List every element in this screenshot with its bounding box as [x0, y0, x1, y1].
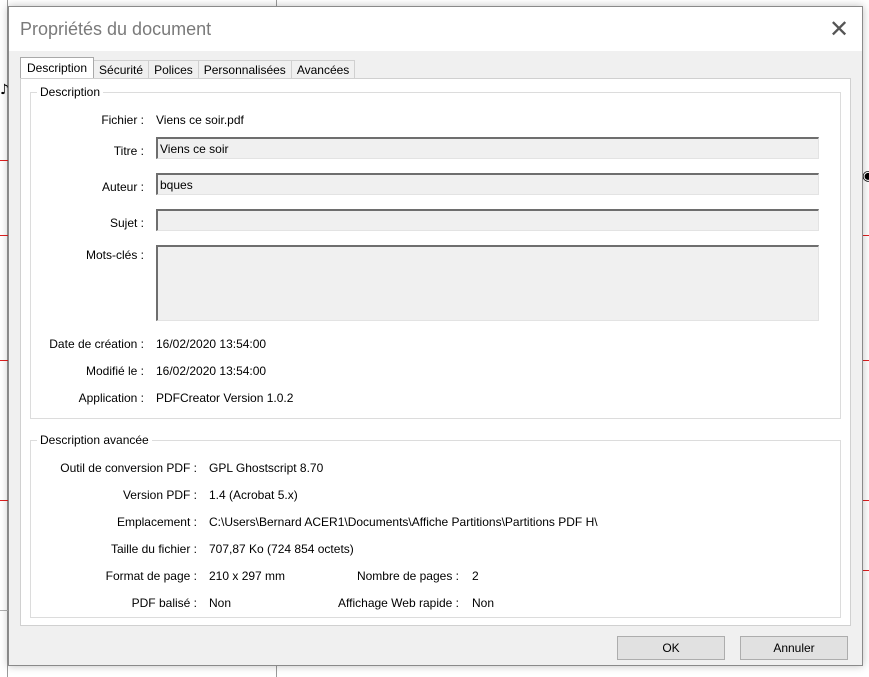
dialog-title: Propriétés du document — [20, 19, 212, 39]
emplacement-label: Emplacement : — [116, 515, 197, 529]
application-value: PDFCreator Version 1.0.2 — [156, 391, 294, 405]
outil-value: GPL Ghostscript 8.70 — [209, 461, 324, 475]
web-value: Non — [472, 596, 495, 610]
staff-marker — [0, 160, 8, 161]
pages-label: Nombre de pages : — [356, 569, 459, 583]
fichier-label: Fichier : — [101, 113, 144, 127]
balise-label: PDF balisé : — [131, 596, 197, 610]
outil-label: Outil de conversion PDF : — [60, 461, 197, 475]
application-label: Application : — [78, 391, 144, 405]
advanced-description-group: Description avancée Outil de conversion … — [30, 433, 841, 618]
cancel-button[interactable]: Annuler — [740, 636, 848, 660]
version-value: 1.4 (Acrobat 5.x) — [209, 488, 298, 502]
note-glyph: ◉ — [862, 168, 869, 184]
titre-label: Titre : — [113, 144, 144, 158]
version-label: Version PDF : — [122, 488, 197, 502]
tab-avancees[interactable]: Avancées — [290, 60, 356, 78]
tab-polices[interactable]: Polices — [148, 60, 199, 78]
staff-marker — [0, 360, 8, 361]
document-properties-dialog: Propriétés du document ✕ Description Séc… — [8, 6, 863, 666]
titre-field[interactable] — [156, 137, 819, 159]
taille-label: Taille du fichier : — [110, 542, 197, 556]
sujet-label: Sujet : — [109, 216, 144, 230]
staff-marker — [0, 235, 8, 236]
tab-description[interactable]: Description — [20, 57, 95, 78]
motscles-field[interactable] — [156, 245, 819, 321]
description-group: Description Fichier : Viens ce soir.pdf … — [30, 85, 841, 419]
staff-marker — [862, 500, 869, 501]
web-label: Affichage Web rapide : — [338, 596, 459, 610]
format-label: Format de page : — [105, 569, 197, 583]
description-group-title: Description — [37, 85, 104, 99]
ok-button[interactable]: OK — [617, 636, 725, 660]
staff-marker — [862, 570, 869, 571]
emplacement-value: C:\Users\Bernard ACER1\Documents\Affiche… — [209, 515, 598, 529]
fichier-value: Viens ce soir.pdf — [156, 113, 244, 127]
staff-line — [0, 610, 8, 611]
format-value: 210 x 297 mm — [209, 569, 286, 583]
tab-strip: Description Sécurité Polices Personnalis… — [20, 57, 356, 78]
title-bar[interactable]: Propriétés du document ✕ — [9, 7, 862, 51]
advanced-group-title: Description avancée — [37, 433, 152, 447]
creation-value: 16/02/2020 13:54:00 — [156, 337, 267, 351]
staff-marker — [0, 500, 8, 501]
tab-personnalisees[interactable]: Personnalisées — [197, 60, 292, 78]
staff-marker — [862, 360, 869, 361]
auteur-field[interactable] — [156, 173, 819, 195]
tab-securite[interactable]: Sécurité — [93, 60, 150, 78]
close-icon[interactable]: ✕ — [816, 7, 862, 51]
modifie-value: 16/02/2020 13:54:00 — [156, 364, 267, 378]
tab-panel-description: Description Fichier : Viens ce soir.pdf … — [20, 78, 851, 626]
taille-value: 707,87 Ko (724 854 octets) — [209, 542, 354, 556]
motscles-label: Mots-clés : — [85, 248, 144, 262]
sujet-field[interactable] — [156, 209, 819, 231]
auteur-label: Auteur : — [101, 180, 144, 194]
balise-value: Non — [209, 596, 232, 610]
pages-value: 2 — [472, 569, 479, 583]
creation-label: Date de création : — [49, 337, 144, 351]
modifie-label: Modifié le : — [85, 364, 144, 378]
staff-marker — [862, 235, 869, 236]
